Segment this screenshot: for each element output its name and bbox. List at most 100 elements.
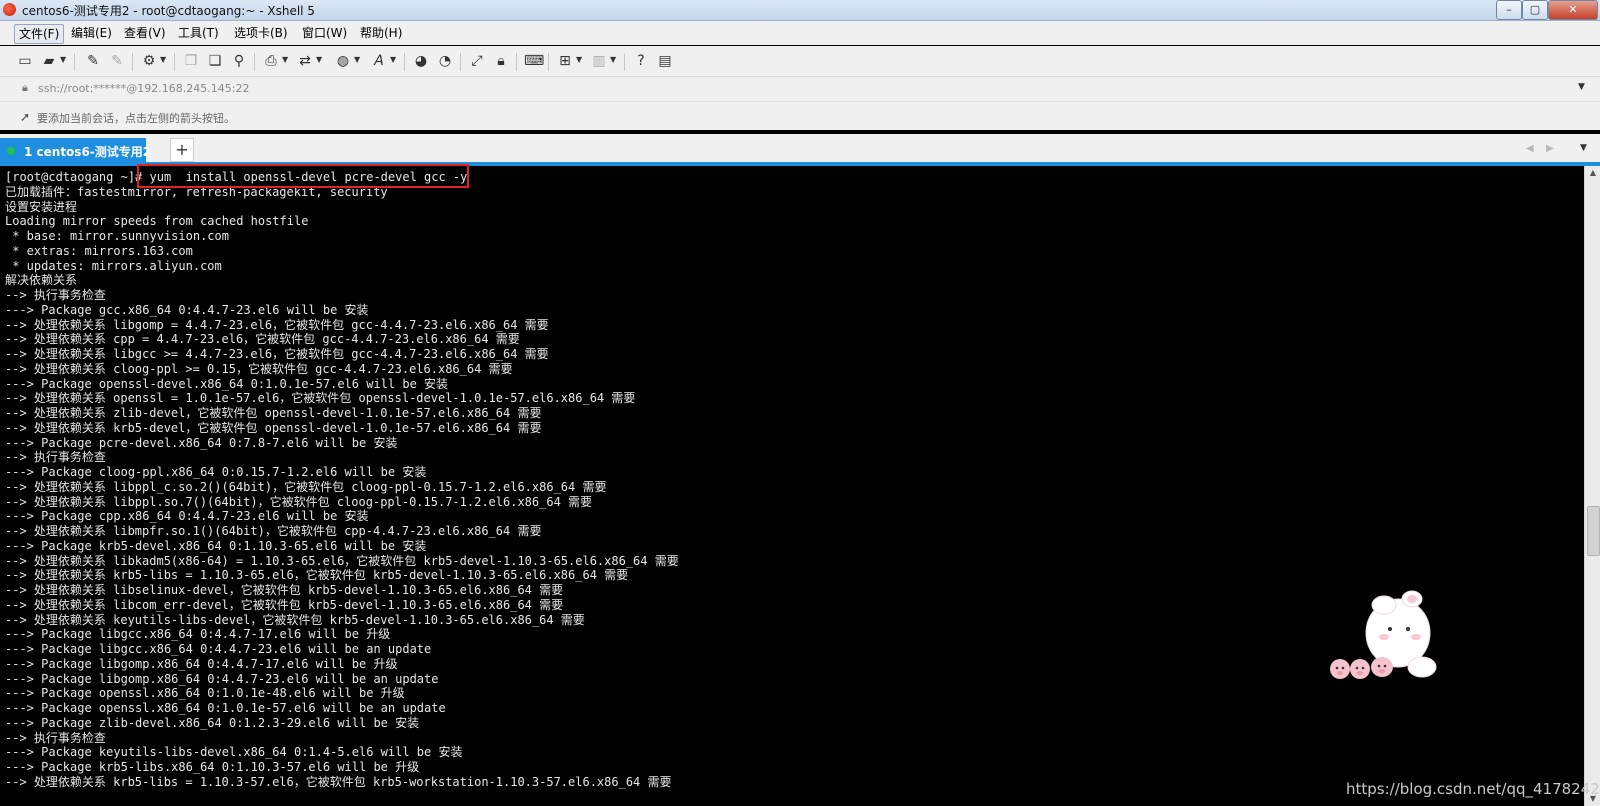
terminal-line: --> 处理依赖关系 libgcc >= 4.4.7-23.el6，它被软件包 … [5,347,549,361]
terminal-line: ---> Package libgcc.x86_64 0:4.4.7-23.el… [5,642,432,656]
address-bar: 🔒︎ ▼ [0,77,1600,102]
terminal-line: --> 处理依赖关系 libkadm5(x86-64) = 1.10.3-65.… [5,553,679,568]
menu-tools[interactable]: 工具(T) [174,24,223,42]
title-bar: centos6-测试专用2 - root@cdtaogang:~ - Xshel… [0,0,1600,21]
menu-tabs[interactable]: 选项卡(B) [230,24,292,42]
close-button[interactable]: ✕ [1548,0,1598,20]
help-icon[interactable]: ? [632,52,650,70]
toolbar-separator [460,53,461,71]
menu-help[interactable]: 帮助(H) [356,24,406,42]
print-dropdown-icon[interactable]: ▼ [282,55,288,64]
properties-dropdown-icon[interactable]: ▼ [160,55,166,64]
window-title: centos6-测试专用2 - root@cdtaogang:~ - Xshel… [22,4,315,18]
split-icon[interactable]: ▥ [590,52,608,70]
menu-edit[interactable]: 编辑(E) [67,24,116,42]
globe-icon[interactable]: ◍ [334,52,352,70]
terminal-line: Loading mirror speeds from cached hostfi… [5,214,309,229]
open-dropdown-icon[interactable]: ▼ [60,55,66,64]
font-dropdown-icon[interactable]: ▼ [390,55,396,64]
toolbar-separator [74,53,75,71]
toolbar: ▭ ▰ ▼ ✎ ✎ ⚙ ▼ ❐ ❏ ⚲ ⎙ ▼ ⇄ ▼ ◍ ▼ A ▼ ◕ ◔ … [0,46,1600,77]
globe-dropdown-icon[interactable]: ▼ [354,55,360,64]
terminal-line: ---> Package openssl-devel.x86_64 0:1.0.… [5,376,449,391]
menu-window[interactable]: 窗口(W) [298,24,351,42]
watermark-text: https://blog.csdn.net/qq_41782425 [1346,780,1600,798]
command-highlight-box [137,164,469,188]
tab-bar: 1 centos6-测试专用2 + ◀ ▶ ▼ [0,134,1600,166]
transfer-icon[interactable]: ⇄ [296,52,314,70]
terminal-output[interactable]: [root@cdtaogang ~]# yum install openssl-… [0,166,1584,806]
menu-file[interactable]: 文件(F) [14,24,65,44]
terminal-line: --> 处理依赖关系 libppl_c.so.2()(64bit)，它被软件包 … [5,479,607,494]
properties-icon[interactable]: ⚙ [140,52,158,70]
terminal-line: --> 处理依赖关系 libgomp = 4.4.7-23.el6，它被软件包 … [5,317,549,332]
menu-view[interactable]: 查看(V) [120,24,170,42]
scrollbar-thumb[interactable] [1587,506,1600,556]
terminal-line: --> 处理依赖关系 libcom_err-devel，它被软件包 krb5-d… [5,597,564,612]
terminal-line: ---> Package cloog-ppl.x86_64 0:0.15.7-1… [5,465,427,479]
terminal-line: --> 处理依赖关系 cloog-ppl >= 0.15，它被软件包 gcc-4… [5,361,513,376]
tab-label: 1 centos6-测试专用2 [24,145,152,159]
new-tab-button[interactable]: + [170,138,194,162]
terminal-line: ---> Package libgcc.x86_64 0:4.4.7-17.el… [5,627,391,642]
find-icon[interactable]: ⚲ [230,52,248,70]
chat-icon[interactable]: ▤ [656,52,674,70]
terminal-line: * extras: mirrors.163.com [5,243,193,258]
terminal-line: --> 处理依赖关系 libselinux-devel，它被软件包 krb5-d… [5,583,564,597]
toolbar-separator [132,53,133,71]
print-icon[interactable]: ⎙ [262,52,280,70]
copy-icon[interactable]: ❐ [182,52,200,70]
toolbar-separator [548,53,549,71]
terminal-line: ---> Package zlib-devel.x86_64 0:1.2.3-2… [5,715,420,730]
font-icon[interactable]: A [370,52,388,70]
terminal-line: --> 处理依赖关系 openssl = 1.0.1e-57.el6，它被软件包… [5,391,636,406]
paste-icon[interactable]: ❏ [206,52,224,70]
session-address-input[interactable] [38,80,1578,96]
terminal-line: --> 处理依赖关系 krb5-devel，它被软件包 openssl-deve… [5,420,542,435]
terminal-line: ---> Package krb5-libs.x86_64 0:1.10.3-5… [5,760,420,774]
terminal-line: --> 执行事务检查 [5,450,106,465]
toolbar-separator [624,53,625,71]
terminal-line: ---> Package keyutils-libs-devel.x86_64 … [5,745,463,760]
toolbar-separator [174,53,175,71]
minimize-button[interactable]: – [1496,0,1522,20]
terminal-text: [root@cdtaogang ~]# yum install openssl-… [5,170,679,790]
connect-icon[interactable]: ✎ [84,52,102,70]
terminal-line: 解决依赖关系 [5,273,78,288]
new-session-icon[interactable]: ▭ [16,52,34,70]
terminal-line: ---> Package openssl.x86_64 0:1.0.1e-48.… [5,686,405,701]
xftp-icon[interactable]: ◕ [412,52,430,70]
sftp-icon[interactable]: ◔ [436,52,454,70]
maximize-button[interactable]: ▢ [1522,0,1548,20]
tab-scroll-right-icon[interactable]: ▶ [1546,143,1554,154]
tab-list-dropdown-icon[interactable]: ▼ [1580,143,1587,153]
terminal-scrollbar[interactable]: ▲ ▼ [1584,166,1600,806]
terminal-line: --> 处理依赖关系 krb5-libs = 1.10.3-65.el6，它被软… [5,568,629,583]
split-dropdown-icon[interactable]: ▼ [610,55,616,64]
transfer-dropdown-icon[interactable]: ▼ [316,55,322,64]
terminal-line: --> 处理依赖关系 krb5-libs = 1.10.3-57.el6，它被软… [5,774,672,789]
keyboard-icon[interactable]: ⌨ [524,52,544,70]
terminal-line: ---> Package libgomp.x86_64 0:4.4.7-17.e… [5,656,398,671]
scroll-up-icon[interactable]: ▲ [1585,166,1600,180]
terminal-line: ---> Package libgomp.x86_64 0:4.4.7-23.e… [5,671,439,686]
tab-session-1[interactable]: 1 centos6-测试专用2 [0,138,151,162]
tab-scroll-left-icon[interactable]: ◀ [1526,143,1534,154]
terminal-line: --> 执行事务检查 [5,730,106,745]
add-layout-icon[interactable]: ⊞ [556,52,574,70]
address-lock-icon: 🔒︎ [22,81,28,94]
lock-icon[interactable]: 🔒︎ [492,52,510,70]
terminal-line: * base: mirror.sunnyvision.com [5,229,229,243]
add-session-arrow-icon[interactable]: ➚ [20,110,30,124]
open-folder-icon[interactable]: ▰ [40,52,58,70]
address-dropdown-icon[interactable]: ▼ [1578,82,1585,92]
fullscreen-icon[interactable]: ⤢ [468,52,486,70]
toolbar-separator [516,53,517,71]
xshell-app-icon [3,3,16,16]
terminal-line: --> 处理依赖关系 libppl.so.7()(64bit)，它被软件包 cl… [5,494,593,509]
layout-dropdown-icon[interactable]: ▼ [576,55,582,64]
terminal-line: ---> Package pcre-devel.x86_64 0:7.8-7.e… [5,435,398,450]
terminal-line: --> 处理依赖关系 zlib-devel，它被软件包 openssl-deve… [5,406,542,420]
terminal-line: --> 执行事务检查 [5,288,106,302]
disconnect-icon[interactable]: ✎ [108,52,126,70]
